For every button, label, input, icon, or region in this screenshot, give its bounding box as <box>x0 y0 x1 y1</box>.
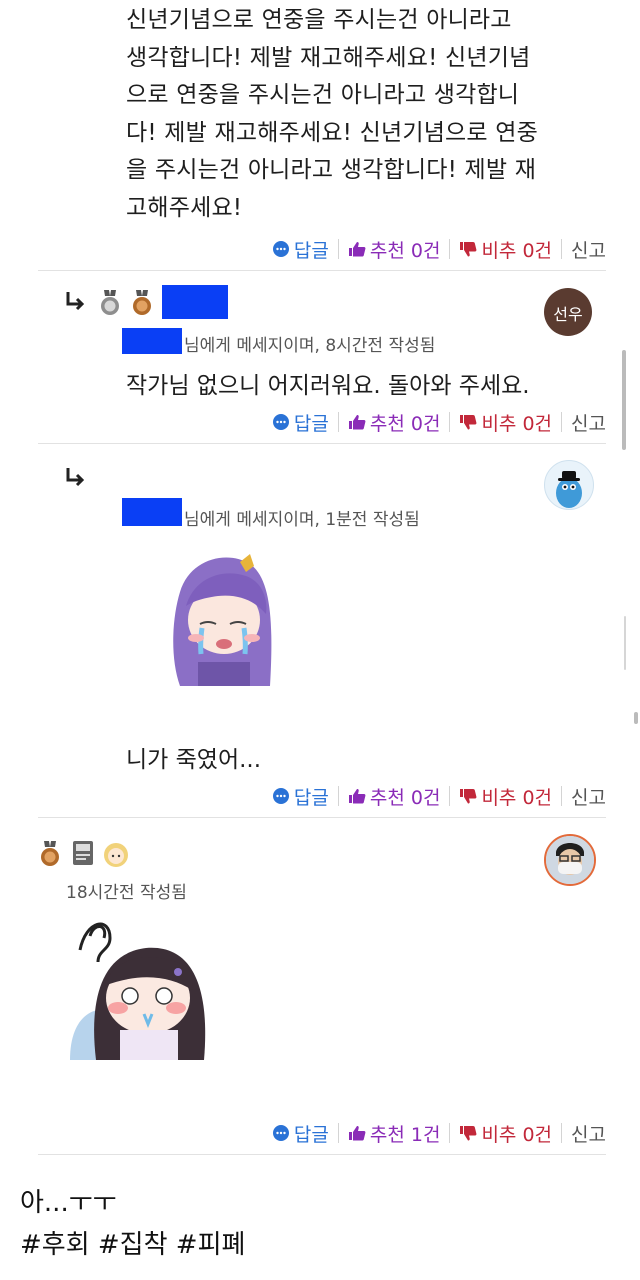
thumbs-up-icon <box>348 242 366 257</box>
separator <box>449 412 451 432</box>
separator <box>561 239 563 259</box>
separator <box>449 239 451 259</box>
thumbs-down-icon <box>460 789 477 804</box>
comment-bubble-icon <box>272 414 289 430</box>
avatar-image <box>546 836 594 884</box>
avatar-label: 선우 <box>553 305 583 324</box>
report-button[interactable]: 신고 <box>571 783 606 810</box>
reply-button[interactable]: 답글 <box>272 236 329 263</box>
caption-hashtags: #후회 #집착 #피폐 <box>20 1230 246 1260</box>
recommend-button[interactable]: 추천 0건 <box>348 783 441 810</box>
reply-button[interactable]: 답글 <box>272 1120 329 1147</box>
reply-button[interactable]: 답글 <box>272 409 329 436</box>
redacted-recipient <box>122 328 182 354</box>
recommend-count: 추천 0건 <box>369 786 441 809</box>
comment-bubble-icon <box>272 241 289 257</box>
comment-action-bar: 답글 추천 1건 비추 0건 신고 <box>272 1118 606 1148</box>
reply-label: 답글 <box>293 239 329 262</box>
downvote-count: 비추 0건 <box>481 786 553 809</box>
reply-arrow-icon <box>66 292 85 311</box>
thumbs-down-icon <box>460 415 477 430</box>
redacted-recipient <box>122 498 182 526</box>
report-button[interactable]: 신고 <box>571 1120 606 1147</box>
comment-action-bar: 답글 추천 0건 비추 0건 신고 <box>272 781 606 811</box>
avatar[interactable]: 선우 <box>544 288 592 336</box>
medal-icon <box>133 290 151 315</box>
report-button[interactable]: 신고 <box>571 236 606 263</box>
separator <box>337 412 339 432</box>
scrollbar-thumb[interactable] <box>622 350 626 450</box>
comment-text: 니가 죽였어... <box>126 747 262 773</box>
downvote-button[interactable]: 비추 0건 <box>459 236 552 263</box>
recommend-count: 추천 0건 <box>369 412 441 435</box>
separator <box>561 786 563 806</box>
avatar[interactable] <box>544 834 596 886</box>
reply-label: 답글 <box>293 786 329 809</box>
comment-action-bar: 답글 추천 0건 비추 0건 신고 <box>272 407 606 437</box>
recommend-button[interactable]: 추천 0건 <box>348 409 441 436</box>
recommend-button[interactable]: 추천 0건 <box>348 236 441 263</box>
comment-bubble-icon <box>272 1125 289 1141</box>
reply-arrow-icon <box>66 468 85 487</box>
thumbs-down-icon <box>460 242 477 257</box>
comment-text: 작가님 없으니 어지러워요. 돌아와 주세요. <box>126 373 530 399</box>
divider <box>38 817 606 818</box>
post-action-bar: 답글 추천 0건 비추 0건 신고 <box>272 234 606 264</box>
crying-girl-sticker <box>173 554 272 686</box>
thumbs-up-icon <box>348 415 366 430</box>
recommend-count: 추천 1건 <box>369 1123 441 1146</box>
report-button[interactable]: 신고 <box>571 409 606 436</box>
scrollbar-mark <box>634 712 638 724</box>
comment-meta: 님에게 메세지이며, 8시간전 작성됨 <box>184 336 436 356</box>
separator <box>337 239 339 259</box>
comment-bubble-icon <box>272 788 289 804</box>
comment-meta: 18시간전 작성됨 <box>66 883 187 903</box>
downvote-count: 비추 0건 <box>481 1123 553 1146</box>
recommend-button[interactable]: 추천 1건 <box>348 1120 441 1147</box>
downvote-button[interactable]: 비추 0건 <box>459 409 552 436</box>
separator <box>561 1123 563 1143</box>
scrollbar-track-mark <box>624 616 626 670</box>
avatar[interactable] <box>544 460 594 510</box>
downvote-button[interactable]: 비추 0건 <box>459 1120 552 1147</box>
badge-icon <box>73 841 93 865</box>
downvote-button[interactable]: 비추 0건 <box>459 783 552 810</box>
reply-button[interactable]: 답글 <box>272 783 329 810</box>
comment-meta: 님에게 메세지이며, 1분전 작성됨 <box>184 510 420 530</box>
thumbs-up-icon <box>348 789 366 804</box>
reply-label: 답글 <box>293 412 329 435</box>
downvote-count: 비추 0건 <box>481 239 553 262</box>
separator <box>337 786 339 806</box>
divider <box>38 443 606 444</box>
post-body-text: 신년기념으로 연중을 주시는건 아니라고 생각합니다! 제발 재고해주세요! 신… <box>126 7 539 221</box>
redacted-username <box>162 285 228 319</box>
confused-girl-sticker <box>70 922 206 1060</box>
downvote-count: 비추 0건 <box>481 412 553 435</box>
recommend-count: 추천 0건 <box>369 239 441 262</box>
thumbs-down-icon <box>460 1126 477 1141</box>
separator <box>561 412 563 432</box>
separator <box>449 786 451 806</box>
thumbs-up-icon <box>348 1126 366 1141</box>
divider <box>38 270 606 271</box>
caption-line-1: 아...ㅜㅜ <box>20 1188 117 1218</box>
medal-icon <box>101 290 119 315</box>
separator <box>449 1123 451 1143</box>
character-badge-icon <box>104 843 128 867</box>
medal-icon <box>41 841 59 866</box>
separator <box>337 1123 339 1143</box>
avatar-image <box>556 471 582 508</box>
reply-label: 답글 <box>293 1123 329 1146</box>
divider <box>38 1154 606 1155</box>
